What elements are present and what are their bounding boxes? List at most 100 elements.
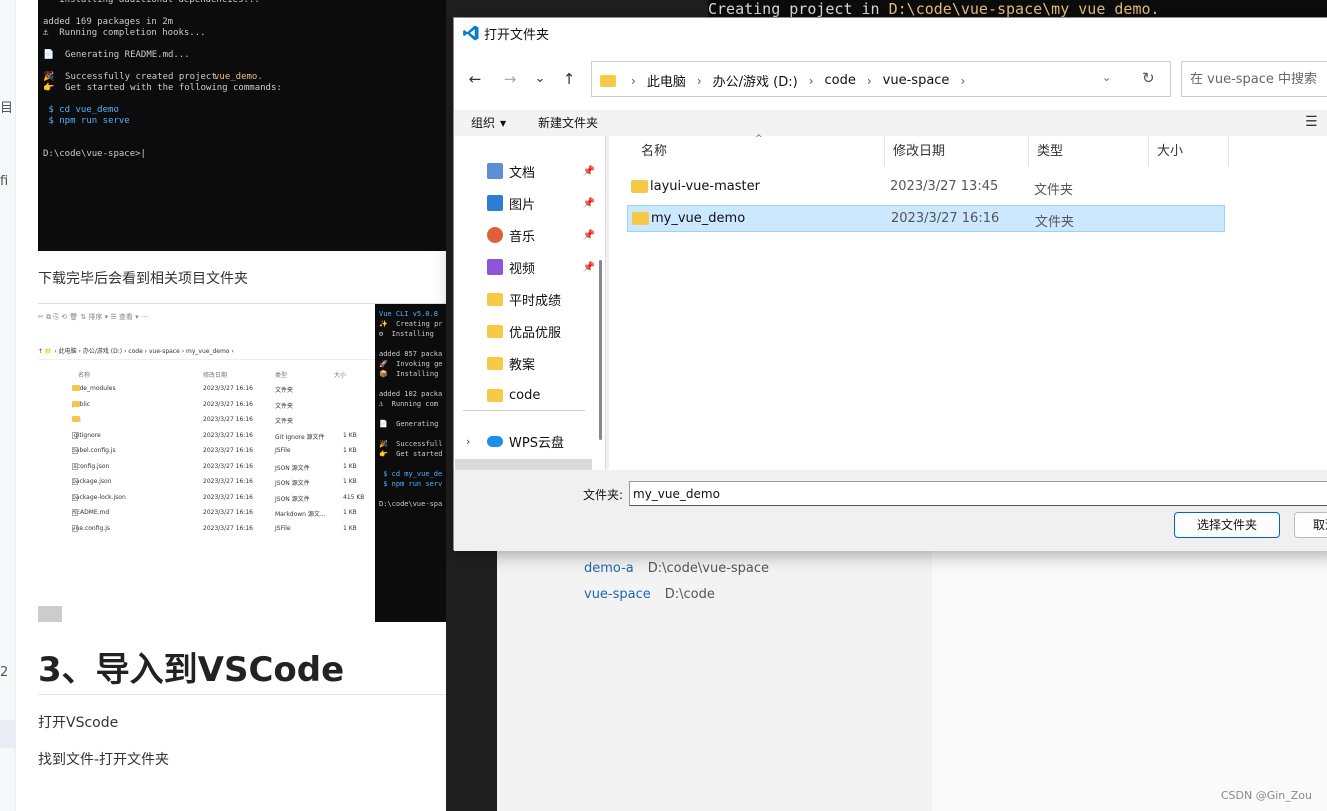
item-name: public [72, 400, 90, 408]
open-folder-dialog: 打开文件夹 ← → ⌄ ↑ › 此电脑 › 办公/游戏 (D:) › code … [453, 17, 1327, 551]
terminal-path: D:\code\vue-space\my_vue_demo. [888, 0, 1160, 18]
terminal-highlight: vue_demo. [214, 72, 263, 82]
file-type: 文件夹 [1034, 183, 1074, 198]
folder-icon [72, 400, 80, 407]
column-header-type[interactable]: 类型 [1029, 136, 1149, 166]
search-box[interactable] [1181, 61, 1327, 97]
file-row[interactable]: layui-vue-master 2023/3/27 13:45 文件夹 [627, 174, 1225, 201]
dialog-footer: 文件夹: 选择文件夹 取消 [454, 470, 1327, 551]
chevron-right-icon[interactable]: › [960, 74, 965, 88]
file-type: 文件夹 [1035, 215, 1075, 230]
organize-menu[interactable]: 组织 ▼ [471, 114, 506, 131]
list-item: babel.config.js 2023/3/27 16:16 JSFile 1 KB [38, 447, 378, 461]
item-type: JSON 源文件 [275, 464, 310, 472]
file-icon [72, 524, 78, 532]
dialog-navbar: ← → ⌄ ↑ › 此电脑 › 办公/游戏 (D:) › code › vue-… [454, 48, 1327, 110]
pin-icon: 📌 [582, 165, 595, 177]
chevron-right-icon[interactable]: › [809, 74, 814, 88]
heading-divider [38, 694, 448, 695]
terminal-line: ⚓ Running completion hooks... [43, 28, 206, 38]
address-dropdown-chevron-icon[interactable]: ⌄ [1102, 71, 1111, 84]
dialog-titlebar[interactable]: 打开文件夹 [454, 18, 1327, 48]
file-row[interactable]: my_vue_demo 2023/3/27 16:16 文件夹 [627, 205, 1225, 232]
folder-label: 文件夹: [583, 488, 624, 502]
file-icon [72, 493, 78, 501]
folder-name-field[interactable] [629, 481, 1327, 506]
nav-item[interactable]: 音乐 📌 [487, 224, 595, 246]
column-header-date[interactable]: 修改日期 [885, 136, 1029, 166]
item-type: Git Ignore 源文件 [275, 433, 325, 441]
nav-item-wps-cloud[interactable]: WPS云盘 [487, 430, 595, 452]
chevron-right-icon[interactable]: › [631, 74, 636, 88]
pin-icon: 📌 [582, 197, 595, 209]
item-name: package.json [72, 478, 112, 485]
nav-item[interactable]: code [487, 384, 595, 406]
item-type: JSON 源文件 [275, 480, 310, 487]
caption-download-complete: 下载完毕后会看到相关项目文件夹 [38, 271, 248, 287]
nav-item[interactable]: 文档 📌 [487, 160, 595, 182]
breadcrumb-item[interactable]: code [825, 73, 856, 88]
terminal-line: $ cd my_vue_de [379, 470, 443, 478]
watermark: CSDN @Gin_Zou [1220, 789, 1312, 802]
new-folder-button[interactable]: 新建文件夹 [538, 114, 598, 131]
address-bar[interactable]: › 此电脑 › 办公/游戏 (D:) › code › vue-space › … [591, 61, 1171, 97]
select-folder-button[interactable]: 选择文件夹 [1174, 512, 1280, 538]
expand-chevron-icon[interactable]: › [466, 435, 470, 448]
column-header-size[interactable]: 大小 [1149, 136, 1229, 166]
breadcrumb-item[interactable]: 此电脑 [647, 71, 686, 90]
item-name: vue.config.js [72, 524, 110, 532]
recent-name[interactable]: demo-a [584, 561, 634, 576]
column-header-name[interactable]: 名称 [633, 136, 885, 166]
item-name-text: babel.config.js [72, 447, 116, 454]
music-icon [487, 227, 503, 243]
nav-item-label: code [509, 387, 541, 403]
chevron-right-icon[interactable]: › [867, 74, 872, 88]
videos-icon [487, 259, 503, 275]
recent-item[interactable]: vue-space D:\code [584, 587, 715, 602]
view-options-icon[interactable]: ☰ [1305, 114, 1318, 130]
terminal-line: ⚙ Installing [379, 330, 434, 338]
folder-icon [632, 212, 649, 225]
item-type: JSFile [275, 524, 291, 532]
recent-locations-chevron-icon[interactable]: ⌄ [528, 68, 552, 90]
recent-path: D:\code [664, 587, 715, 602]
breadcrumb-item[interactable]: 办公/游戏 (D:) [713, 71, 798, 90]
search-input[interactable] [1182, 62, 1327, 96]
nav-item[interactable]: 优品优服 [487, 320, 595, 342]
nav-item[interactable]: 图片 📌 [487, 192, 595, 214]
chevron-right-icon[interactable]: › [697, 74, 702, 88]
recent-item[interactable]: demo-a D:\code\vue-space [584, 561, 769, 576]
sidebar-active-item[interactable] [0, 720, 16, 748]
recent-path: D:\code\vue-space [647, 561, 770, 576]
screenshot-col-name: 名称 [78, 372, 91, 379]
cloud-icon [487, 435, 503, 447]
folder-icon [487, 324, 503, 338]
back-arrow-icon[interactable]: ← [463, 68, 487, 90]
nav-item[interactable]: 教案 [487, 352, 595, 374]
refresh-icon[interactable]: ↻ [1142, 69, 1155, 87]
terminal-line: 👉 Get started with the following command… [43, 83, 282, 93]
item-name: babel.config.js [72, 447, 116, 454]
nav-item[interactable]: 平时成绩 [487, 288, 595, 310]
terminal-line: 🎉 Successfully created project [43, 72, 223, 82]
recent-name[interactable]: vue-space [584, 587, 651, 602]
nav-item-partial[interactable] [455, 459, 592, 470]
list-item: .gitignore 2023/3/27 16:16 Git Ignore 源文件 1… [38, 431, 378, 446]
sidebar-fragment: fi [0, 174, 9, 189]
cancel-button[interactable]: 取消 [1294, 512, 1327, 538]
folder-name-input[interactable] [630, 482, 1327, 505]
up-arrow-icon[interactable]: ↑ [557, 68, 581, 90]
nav-item-label: 优品优服 [509, 325, 562, 341]
terminal-line: Installing additional dependencies... [43, 0, 260, 5]
navigation-pane: 文档 📌 图片 📌 音乐 📌 视频 📌 平时成绩优品优服教案 code › WPS云盘 [454, 136, 606, 470]
nav-item[interactable]: 视频 📌 [487, 256, 595, 278]
explorer-screenshot: ✂ ⧉ ⎘ ⟲ 🗑 ⇅ 排序 ▾ ☰ 查看 ▾ ··· ↑ 📁 › 此电脑 › … [38, 303, 448, 622]
screenshot-col-type: 类型 [275, 372, 288, 379]
nav-scrollbar[interactable] [599, 260, 602, 440]
forward-arrow-icon[interactable]: → [498, 68, 522, 90]
terminal-line: 🎉 Successfull [379, 440, 443, 448]
command-bar: 组织 ▼ 新建文件夹 ☰ [454, 110, 1327, 136]
list-item: package-lock.json 2023/3/27 16:16 JSON 源文件… [38, 493, 378, 508]
item-date: 2023/3/27 16:16 [203, 478, 253, 485]
breadcrumb-item[interactable]: vue-space [883, 73, 950, 88]
